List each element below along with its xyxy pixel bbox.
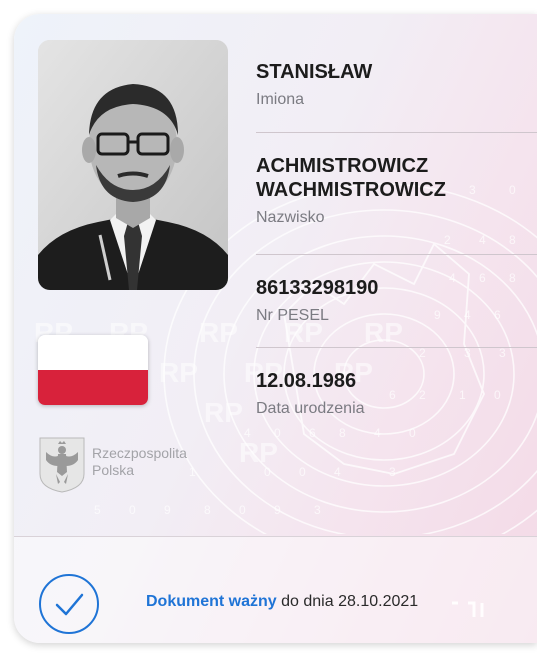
svg-text:8: 8 [339, 426, 346, 440]
svg-text:RP: RP [239, 437, 278, 468]
first-name-field: STANISŁAW Imiona [256, 60, 537, 110]
svg-text:8: 8 [204, 503, 211, 517]
svg-text:1: 1 [189, 465, 196, 479]
birth-date-label: Data urodzenia [256, 400, 365, 417]
first-name-value: STANISŁAW [256, 61, 373, 83]
first-name-label: Imiona [256, 91, 305, 108]
holder-photo [38, 40, 228, 290]
svg-text:0: 0 [299, 465, 306, 479]
svg-text:2: 2 [419, 346, 426, 360]
flag-red-stripe [38, 370, 148, 405]
birth-date-value: 12.08.1986 [256, 370, 357, 392]
svg-text:0: 0 [239, 503, 246, 517]
svg-text:4: 4 [244, 426, 251, 440]
svg-text:8: 8 [509, 233, 516, 247]
svg-text:9: 9 [274, 503, 281, 517]
birth-date-field: 12.08.1986 Data urodzenia [256, 369, 537, 419]
divider [256, 132, 537, 133]
validity-footer: Dokument ważny do dnia 28.10.2021 [14, 536, 537, 643]
valid-until: do dnia 28.10.2021 [281, 593, 419, 610]
pesel-value: 86133298190 [256, 277, 379, 299]
surname-label: Nazwisko [256, 209, 325, 226]
svg-text:4: 4 [479, 233, 486, 247]
svg-text:0: 0 [274, 426, 281, 440]
id-card: RP RP RP RP RP RP RP RP RP RP 248 468 94… [14, 14, 537, 643]
svg-text:5: 5 [94, 503, 101, 517]
valid-label: Dokument ważny [146, 593, 277, 610]
svg-text:6: 6 [309, 426, 316, 440]
svg-text:2: 2 [444, 233, 451, 247]
svg-text:3: 3 [389, 465, 396, 479]
pesel-field: 86133298190 Nr PESEL [256, 276, 537, 326]
svg-text:0: 0 [409, 426, 416, 440]
country-line2: Polska [92, 462, 135, 478]
polish-flag [38, 335, 148, 405]
check-circle-icon [39, 574, 99, 634]
svg-text:3: 3 [464, 346, 471, 360]
country-line1: Rzeczpospolita [92, 445, 187, 461]
svg-text:4: 4 [334, 465, 341, 479]
svg-text:9: 9 [164, 503, 171, 517]
divider [256, 254, 537, 255]
svg-text:RP: RP [204, 397, 243, 428]
country-name: Rzeczpospolita Polska [92, 445, 187, 479]
validity-status: Dokument ważny do dnia 28.10.2021 [146, 593, 418, 611]
pesel-label: Nr PESEL [256, 307, 329, 324]
surname-field: ACHMISTROWICZ WACHMISTROWICZ Nazwisko [256, 154, 537, 228]
hologram-mark [452, 601, 484, 617]
svg-text:3: 3 [499, 346, 506, 360]
surname-value: ACHMISTROWICZ WACHMISTROWICZ [256, 155, 446, 201]
polish-eagle-emblem [39, 437, 85, 493]
divider [256, 347, 537, 348]
svg-text:3: 3 [314, 503, 321, 517]
svg-text:RP: RP [159, 357, 198, 388]
flag-white-stripe [38, 335, 148, 370]
svg-text:0: 0 [129, 503, 136, 517]
svg-text:RP: RP [199, 317, 238, 348]
svg-text:4: 4 [374, 426, 381, 440]
svg-text:0: 0 [264, 465, 271, 479]
